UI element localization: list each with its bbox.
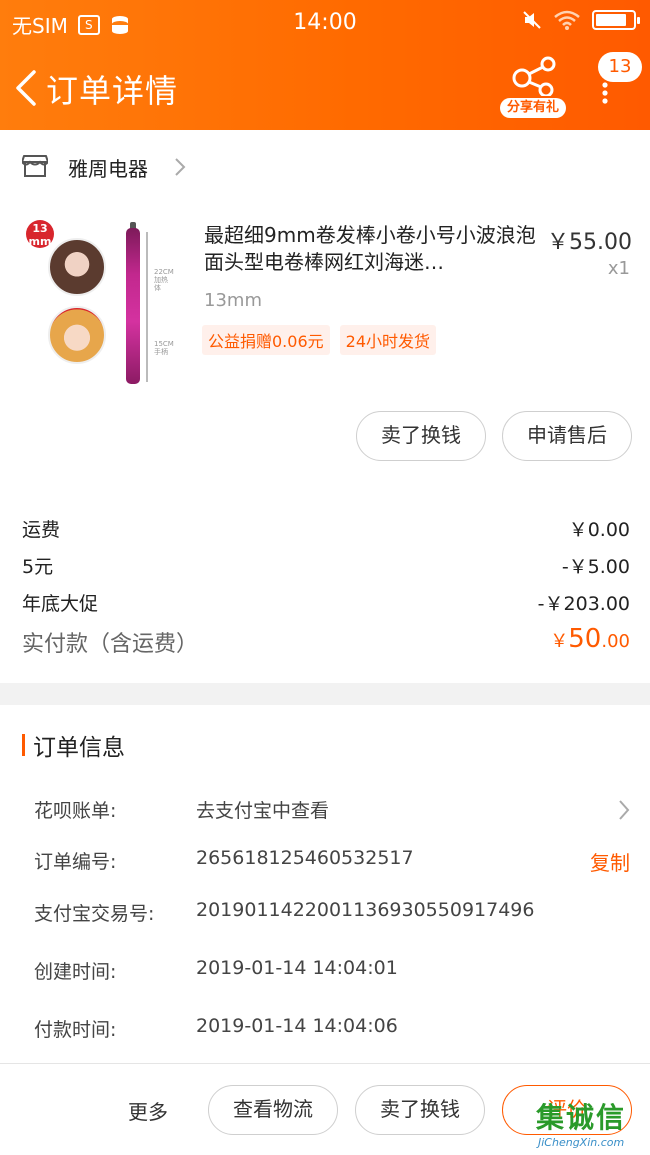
product-actions: 卖了换钱 申请售后 (356, 411, 632, 461)
shipping-tag: 24小时发货 (339, 325, 437, 355)
info-label: 支付宝交易号: (34, 903, 155, 925)
share-icon (512, 56, 556, 96)
chevron-right-icon (175, 158, 186, 176)
sell-for-cash-bottom-button[interactable]: 卖了换钱 (355, 1085, 485, 1135)
info-value: 去支付宝中查看 (196, 800, 330, 822)
product-spec: 13mm (204, 290, 262, 311)
fee-row-promotion: 年底大促 -￥203.00 (22, 589, 630, 616)
watermark-url: JiChengXin.com (538, 1136, 625, 1149)
status-bar: 无SIM S 14:00 (0, 0, 650, 44)
fee-row-shipping: 运费 ￥0.00 (22, 515, 630, 542)
total-integer: 50 (568, 624, 602, 654)
shop-name: 雅周电器 (68, 157, 148, 181)
mute-icon (523, 11, 541, 29)
created-time-row: 创建时间: 2019-01-14 14:04:01 (34, 957, 634, 987)
app-header: 无SIM S 14:00 订单详情 分享有礼 13 (0, 0, 650, 130)
battery-icon (592, 10, 640, 30)
more-vertical-icon (602, 82, 608, 104)
more-button[interactable]: 更多 (128, 1096, 168, 1125)
total-amount: ￥50.00 (550, 624, 630, 654)
alipay-trade-value: 2019011422001136930550917496 (196, 899, 535, 921)
size-badge: 13 mm (26, 220, 54, 248)
shop-icon (22, 155, 48, 177)
nav-bar: 订单详情 分享有礼 13 (0, 52, 650, 122)
product-item[interactable]: 13 mm 22CM 加热体 15CM 手柄 最超细9mm卷发棒小卷小号小波浪泡… (0, 210, 650, 400)
section-divider (0, 683, 650, 705)
fee-amount: -￥203.00 (537, 593, 630, 615)
heading-accent-bar (22, 734, 25, 756)
info-label: 付款时间: (34, 1019, 117, 1041)
shop-row[interactable]: 雅周电器 (0, 140, 650, 194)
fee-label: 5元 (22, 556, 54, 578)
model-photo-1 (48, 238, 106, 296)
message-count-badge: 13 (598, 52, 642, 82)
wifi-icon (554, 10, 580, 30)
order-info-title: 订单信息 (33, 735, 125, 761)
fee-amount: -￥5.00 (561, 556, 630, 578)
info-label: 订单编号: (34, 851, 117, 873)
sell-for-cash-button[interactable]: 卖了换钱 (356, 411, 486, 461)
paid-time-row: 付款时间: 2019-01-14 14:04:06 (34, 1015, 634, 1045)
total-label: 实付款（含运费） (22, 632, 199, 657)
product-quantity: x1 (607, 258, 630, 279)
created-time-value: 2019-01-14 14:04:01 (196, 957, 398, 979)
fee-label: 年底大促 (22, 593, 99, 615)
paid-time-value: 2019-01-14 14:04:06 (196, 1015, 398, 1037)
product-title[interactable]: 最超细9mm卷发棒小卷小号小波浪泡面头型电卷棒网红刘海迷… (204, 222, 540, 276)
order-info-heading: 订单信息 (22, 730, 125, 761)
ruler-line (146, 232, 148, 382)
fee-row-coupon: 5元 -￥5.00 (22, 552, 630, 579)
more-menu-button[interactable]: 13 (594, 52, 642, 112)
watermark-text: 集诚信 (536, 1101, 627, 1134)
status-right (522, 10, 640, 30)
order-number-value: 265618125460532517 (196, 847, 414, 869)
curling-wand-image (126, 228, 140, 384)
order-number-row: 订单编号: 265618125460532517 复制 (34, 847, 634, 877)
copy-order-number-button[interactable]: 复制 (590, 847, 630, 876)
product-tags: 公益捐赠0.06元 24小时发货 (202, 325, 437, 355)
info-label: 创建时间: (34, 961, 117, 983)
chevron-right-icon (619, 800, 630, 820)
total-decimal: .00 (601, 631, 630, 652)
product-thumbnail[interactable]: 13 mm 22CM 加热体 15CM 手柄 (22, 214, 192, 390)
total-paid-row: 实付款（含运费） ￥50.00 (22, 624, 630, 658)
apply-aftersale-button[interactable]: 申请售后 (502, 411, 632, 461)
back-arrow-icon[interactable] (12, 70, 40, 106)
fee-amount: ￥0.00 (568, 519, 630, 541)
ruler-mark-bottom: 15CM 手柄 (154, 340, 174, 356)
watermark-logo: 集诚信 JiChengXin.com (528, 1096, 648, 1152)
ruler-mark-top: 22CM 加热体 (154, 268, 174, 292)
huabei-bill-row[interactable]: 花呗账单: 去支付宝中查看 (34, 796, 634, 826)
total-currency: ￥ (550, 631, 569, 652)
share-gift-label: 分享有礼 (500, 98, 566, 118)
page-title: 订单详情 (46, 72, 179, 110)
model-photo-2 (48, 306, 106, 364)
share-gift-button[interactable]: 分享有礼 (500, 56, 566, 118)
charity-tag: 公益捐赠0.06元 (202, 325, 330, 355)
info-label: 花呗账单: (34, 800, 117, 822)
view-logistics-button[interactable]: 查看物流 (208, 1085, 338, 1135)
alipay-trade-row: 支付宝交易号: 2019011422001136930550917496 (34, 899, 634, 929)
fee-label: 运费 (22, 519, 61, 541)
product-price: ￥55.00 (547, 230, 632, 255)
